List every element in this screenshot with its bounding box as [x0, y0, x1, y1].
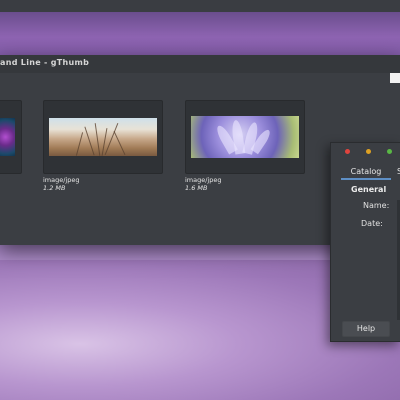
maximize-window-icon[interactable]: [387, 149, 392, 154]
grass-stem: [84, 126, 95, 156]
active-tab-indicator: [341, 178, 391, 180]
name-field-label: Name:: [363, 201, 390, 210]
grass-stem: [75, 132, 84, 156]
window-titlebar[interactable]: and Line - gThumb: [0, 55, 400, 73]
window-title: and Line - gThumb: [0, 58, 90, 67]
file-type-label: image/jpeg: [185, 176, 222, 184]
close-window-icon[interactable]: [345, 149, 350, 154]
thumbnail-image: [0, 118, 15, 156]
file-type-label: image/jpeg: [43, 176, 80, 184]
grass-stem: [113, 131, 126, 155]
thumbnail-image: [191, 116, 299, 158]
thumbnail-caption: image/jpeg 1.2 MB: [43, 176, 80, 192]
tab-catalog[interactable]: Catalog: [341, 165, 391, 179]
thumbnail-item[interactable]: [0, 100, 22, 174]
file-size-label: 1.6 MB: [185, 184, 208, 192]
catalog-properties-panel: Catalog S General Name: Date: Help: [330, 142, 400, 342]
top-panel-strip: [0, 0, 400, 12]
section-header-general: General: [351, 185, 387, 194]
window-corner-box: [390, 73, 400, 83]
minimize-window-icon[interactable]: [366, 149, 371, 154]
help-button[interactable]: Help: [342, 321, 390, 337]
thumbnail-image: [49, 118, 157, 156]
thumbnail-item[interactable]: [43, 100, 163, 174]
grass-stem: [94, 123, 101, 156]
thumbnail-caption: image/jpeg 1.6 MB: [185, 176, 222, 192]
date-field-label: Date:: [361, 219, 383, 228]
file-size-label: 1.2 MB: [43, 184, 66, 192]
thumbnail-item[interactable]: [185, 100, 305, 174]
